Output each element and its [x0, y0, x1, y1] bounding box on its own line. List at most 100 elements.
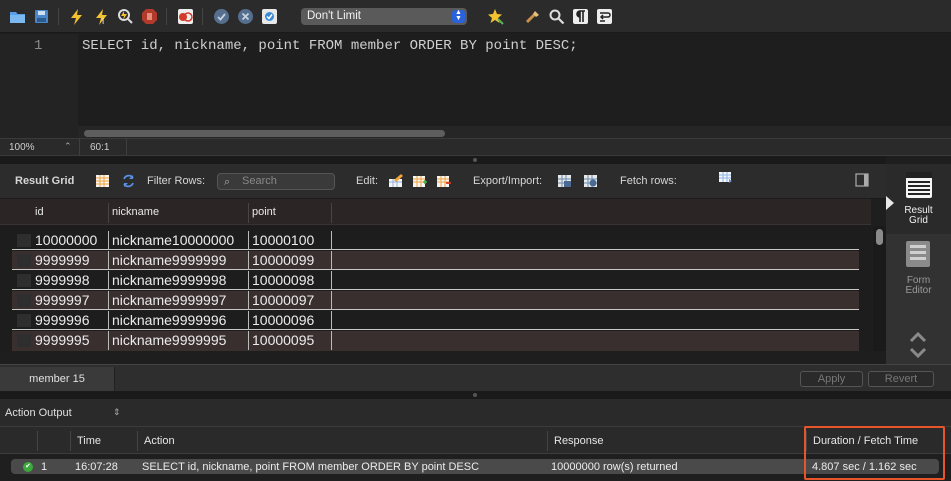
- success-check-icon: ✔: [23, 462, 33, 472]
- cell-nickname[interactable]: nickname10000000: [112, 232, 234, 248]
- cell-point[interactable]: 10000098: [252, 272, 314, 288]
- column-header-nickname[interactable]: nickname: [112, 206, 159, 218]
- row-selector[interactable]: [17, 314, 31, 327]
- delete-row-icon[interactable]: [436, 174, 451, 188]
- row-selector[interactable]: [17, 274, 31, 287]
- grid-view-icon[interactable]: [95, 174, 110, 188]
- cell-id[interactable]: 9999998: [35, 272, 90, 288]
- edit-row-icon[interactable]: [388, 174, 403, 188]
- more-views-chevron-icon[interactable]: [908, 330, 928, 360]
- column-separator[interactable]: [331, 203, 332, 223]
- cell-point[interactable]: 10000099: [252, 252, 314, 268]
- insert-row-icon[interactable]: [412, 174, 427, 188]
- cell-nickname[interactable]: nickname9999999: [112, 252, 226, 268]
- sql-editor[interactable]: 1 SELECT id, nickname, point FROM member…: [0, 34, 951, 138]
- column-separator[interactable]: [137, 431, 138, 451]
- filter-rows-input[interactable]: ⌕ Search: [217, 173, 335, 190]
- action-output-row[interactable]: ✔ 1 16:07:28 SELECT id, nickname, point …: [11, 459, 939, 474]
- rollback-icon[interactable]: [237, 8, 254, 25]
- cell-separator: [248, 291, 249, 310]
- filter-placeholder: Search: [242, 175, 277, 187]
- execute-current-icon[interactable]: I: [93, 8, 110, 25]
- cell-id[interactable]: 9999997: [35, 292, 90, 308]
- table-row[interactable]: 9999996 nickname9999996 10000096: [12, 311, 859, 330]
- result-grid[interactable]: id nickname point 10000000 nickname10000…: [0, 199, 871, 351]
- column-separator[interactable]: [806, 431, 807, 451]
- beautify-icon[interactable]: [487, 8, 504, 25]
- cell-id[interactable]: 9999999: [35, 252, 90, 268]
- stop-icon[interactable]: [141, 8, 158, 25]
- table-row[interactable]: 9999998 nickname9999998 10000098: [12, 271, 859, 290]
- cell-separator: [108, 311, 109, 330]
- table-row[interactable]: 9999995 nickname9999995 10000095: [12, 331, 859, 351]
- result-grid-label: Result Grid: [15, 175, 75, 187]
- cell-nickname[interactable]: nickname9999998: [112, 272, 226, 288]
- open-folder-icon[interactable]: [9, 8, 26, 25]
- refresh-icon[interactable]: [121, 174, 136, 188]
- cell-id[interactable]: 10000000: [35, 232, 97, 248]
- cell-nickname[interactable]: nickname9999997: [112, 292, 226, 308]
- zoom-stepper-icon[interactable]: ⌃: [64, 141, 72, 152]
- import-icon[interactable]: [583, 174, 598, 188]
- action-output-title[interactable]: Action Output: [5, 407, 72, 419]
- row-selector[interactable]: [17, 254, 31, 267]
- apply-button[interactable]: Apply: [800, 371, 863, 387]
- column-header-id[interactable]: id: [35, 206, 44, 218]
- column-separator[interactable]: [70, 431, 71, 451]
- invisible-chars-icon[interactable]: [572, 8, 589, 25]
- column-header-response[interactable]: Response: [554, 435, 604, 447]
- column-separator[interactable]: [547, 431, 548, 451]
- line-number-gutter: 1: [0, 34, 78, 138]
- autocommit-icon[interactable]: [261, 8, 278, 25]
- save-icon[interactable]: [33, 8, 50, 25]
- editor-result-splitter[interactable]: [0, 156, 886, 164]
- cell-id[interactable]: 9999996: [35, 312, 90, 328]
- cell-point[interactable]: 10000100: [252, 232, 314, 248]
- horizontal-scroll-thumb[interactable]: [84, 130, 445, 137]
- cell-nickname[interactable]: nickname9999996: [112, 312, 226, 328]
- zoom-level[interactable]: 100%: [9, 142, 35, 153]
- explain-icon[interactable]: [117, 8, 134, 25]
- limit-rows-select[interactable]: Don't Limit ▲ ▼: [301, 8, 467, 25]
- commit-icon[interactable]: [213, 8, 230, 25]
- column-separator[interactable]: [248, 203, 249, 223]
- row-selector[interactable]: [17, 294, 31, 307]
- tab-member-15[interactable]: member 15: [0, 367, 115, 391]
- column-header-duration[interactable]: Duration / Fetch Time: [813, 435, 918, 447]
- execute-icon[interactable]: [68, 8, 85, 25]
- sql-text[interactable]: SELECT id, nickname, point FROM member O…: [82, 38, 578, 54]
- cursor-position: 60:1: [90, 142, 110, 153]
- column-header-action[interactable]: Action: [144, 435, 175, 447]
- table-row[interactable]: 9999999 nickname9999999 10000099: [12, 251, 859, 270]
- cell-id[interactable]: 9999995: [35, 332, 90, 348]
- search-icon[interactable]: [548, 8, 565, 25]
- cell-point[interactable]: 10000096: [252, 312, 314, 328]
- column-header-point[interactable]: point: [252, 206, 276, 218]
- toggle-panel-icon[interactable]: [855, 173, 870, 187]
- table-row[interactable]: 10000000 nickname10000000 10000100: [12, 231, 859, 250]
- result-grid-view-button[interactable]: Result Grid: [886, 164, 951, 234]
- form-editor-view-button[interactable]: Form Editor: [886, 236, 951, 300]
- fetch-next-rows-icon[interactable]: [718, 171, 733, 185]
- tab-label: member 15: [29, 373, 85, 385]
- wrap-lines-icon[interactable]: [596, 8, 613, 25]
- cell-point[interactable]: 10000097: [252, 292, 314, 308]
- toggle-error-icon[interactable]: [177, 8, 194, 25]
- column-separator[interactable]: [108, 203, 109, 223]
- table-row[interactable]: 9999997 nickname9999997 10000097: [12, 291, 859, 310]
- grid-vertical-scroll-thumb[interactable]: [876, 229, 883, 245]
- row-selector[interactable]: [17, 234, 31, 247]
- find-replace-icon[interactable]: [525, 8, 542, 25]
- chevron-updown-icon[interactable]: ⇕: [113, 407, 121, 418]
- revert-button[interactable]: Revert: [868, 371, 934, 387]
- cell-separator: [108, 291, 109, 310]
- cell-point[interactable]: 10000095: [252, 332, 314, 348]
- export-icon[interactable]: [557, 174, 572, 188]
- cell-nickname[interactable]: nickname9999995: [112, 332, 226, 348]
- result-output-splitter[interactable]: [0, 391, 951, 399]
- action-response: 10000000 row(s) returned: [551, 461, 678, 473]
- column-header-time[interactable]: Time: [77, 435, 101, 447]
- row-selector[interactable]: [17, 334, 31, 347]
- column-separator[interactable]: [37, 431, 38, 451]
- result-toolbar: Result Grid Filter Rows: ⌕ Search Edit: …: [0, 164, 886, 199]
